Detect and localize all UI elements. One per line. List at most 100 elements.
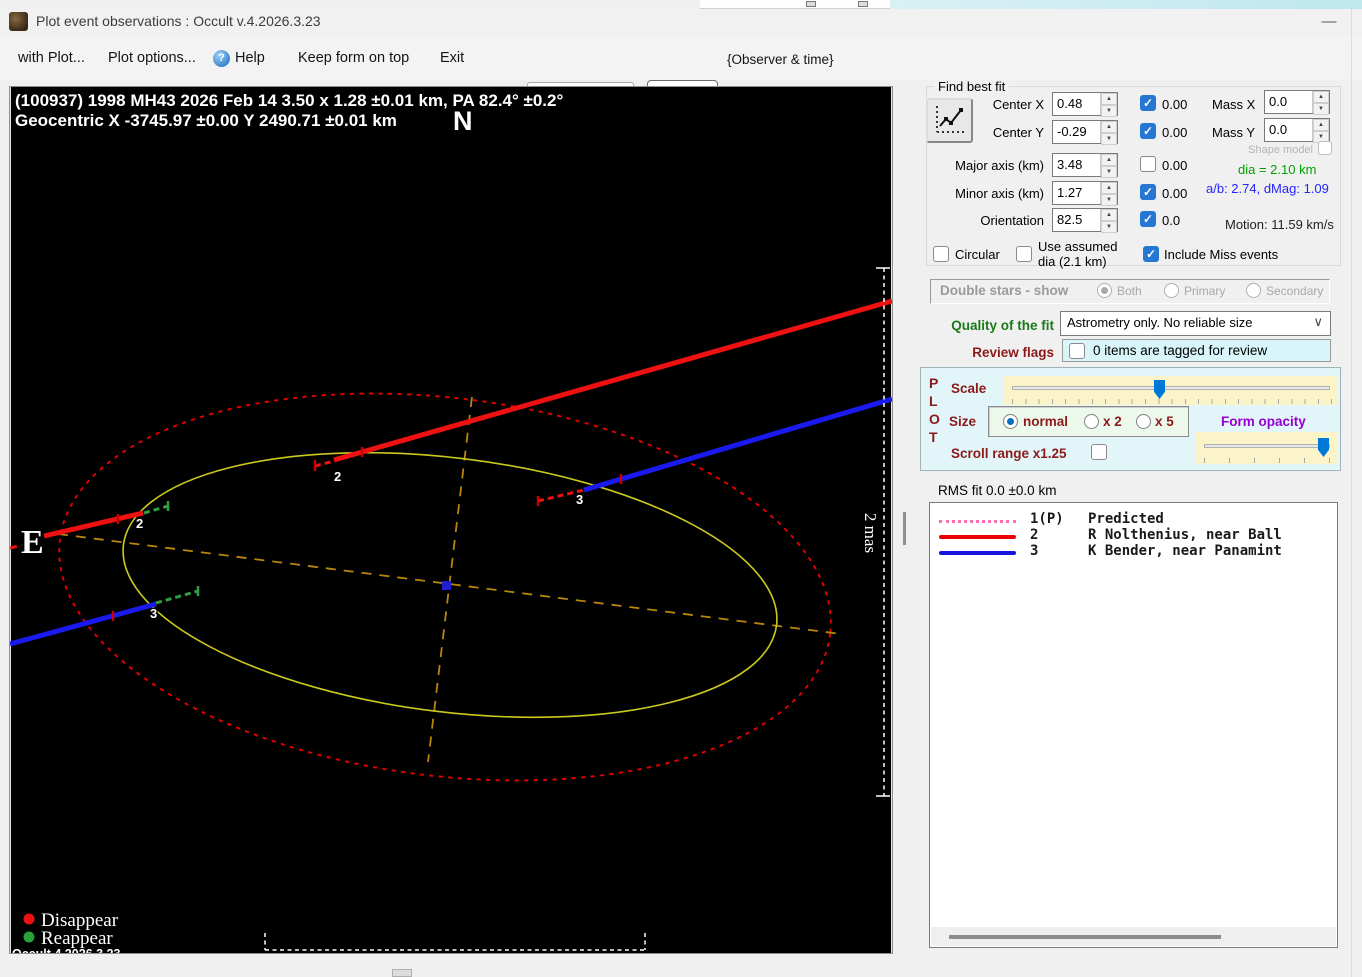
menu-with-plot[interactable]: with Plot... <box>18 50 85 66</box>
list-item[interactable]: 3 K Bender, near Panamint <box>930 543 1337 559</box>
center-y-uncertainty: 0.00 <box>1162 125 1188 140</box>
menu-exit[interactable]: Exit <box>440 50 464 66</box>
shape-model-checkbox[interactable]: ✓ <box>1318 141 1332 155</box>
chord2-right-segment[interactable] <box>333 298 893 463</box>
spin-down-icon[interactable]: ▼ <box>1313 103 1329 115</box>
chord2-label-left: 2 <box>136 516 143 531</box>
center-x-value[interactable]: 0.48 <box>1057 96 1082 111</box>
circular-label: Circular <box>955 247 1000 262</box>
form-opacity-thumb[interactable] <box>1318 438 1329 457</box>
spin-down-icon[interactable]: ▼ <box>1101 194 1117 206</box>
major-axis-value[interactable]: 3.48 <box>1057 157 1082 172</box>
scale-slider[interactable] <box>1004 376 1338 405</box>
orientation-spinner[interactable]: 82.5 ▲ ▼ <box>1052 208 1118 233</box>
menu-help[interactable]: Help <box>235 50 265 66</box>
plot-header-line2: Geocentric X -3745.97 ±0.00 Y 2490.71 ±0… <box>15 111 397 130</box>
spin-down-icon[interactable]: ▼ <box>1101 105 1117 117</box>
observation-number: 2 <box>1030 527 1039 543</box>
size-normal-radio[interactable] <box>1003 414 1018 429</box>
mass-x-spinner[interactable]: 0.0 ▲ ▼ <box>1264 90 1330 115</box>
spin-up-icon[interactable]: ▲ <box>1101 182 1117 194</box>
size-x2-label: x 2 <box>1103 414 1122 429</box>
minor-axis-value[interactable]: 1.27 <box>1057 185 1082 200</box>
occultation-plot: 2 2 3 3 (100937) 1998 MH43 2026 Feb 14 3… <box>9 91 893 970</box>
double-stars-title: Double stars - show <box>940 283 1069 298</box>
major-axis-lock-checkbox[interactable]: ✓ <box>1140 156 1156 172</box>
mass-y-spinner[interactable]: 0.0 ▲ ▼ <box>1264 118 1330 143</box>
menu-plot-options[interactable]: Plot options... <box>108 50 196 66</box>
spin-up-icon[interactable]: ▲ <box>1101 93 1117 105</box>
quality-dropdown[interactable]: Astrometry only. No reliable size ∨ <box>1060 311 1331 336</box>
minimize-button[interactable]: — <box>1312 9 1346 35</box>
chord3-left-segment[interactable] <box>9 601 157 647</box>
horizontal-scrollbar[interactable] <box>931 927 1336 946</box>
size-x2-radio[interactable] <box>1084 414 1099 429</box>
spin-down-icon[interactable]: ▼ <box>1101 221 1117 233</box>
predicted-line-sample <box>930 511 1030 527</box>
double-stars-secondary-radio[interactable] <box>1246 283 1261 298</box>
include-miss-events-checkbox[interactable]: ✓ <box>1143 246 1159 262</box>
orientation-lock-checkbox[interactable]: ✓ <box>1140 211 1156 227</box>
disappear-dot-icon <box>23 913 35 925</box>
scale-slider-track[interactable] <box>1012 386 1330 390</box>
minor-axis-spinner[interactable]: 1.27 ▲ ▼ <box>1052 181 1118 206</box>
check-icon: ✓ <box>1142 212 1154 226</box>
observations-list[interactable]: 1(P) Predicted 2 R Nolthenius, near Ball… <box>929 502 1338 948</box>
center-x-lock-checkbox[interactable]: ✓ <box>1140 95 1156 111</box>
form-opacity-track[interactable] <box>1204 444 1330 448</box>
chord3-right-segment[interactable] <box>583 396 893 493</box>
reappear-dot-icon <box>23 931 35 943</box>
chord2-label-right: 2 <box>334 469 341 484</box>
list-item[interactable]: 2 R Nolthenius, near Ball <box>930 527 1337 543</box>
axis-ratio-value: a/b: 2.74, dMag: 1.09 <box>1206 181 1329 196</box>
orientation-value[interactable]: 82.5 <box>1057 212 1082 227</box>
spin-down-icon[interactable]: ▼ <box>1101 166 1117 178</box>
spin-up-icon[interactable]: ▲ <box>1313 119 1329 131</box>
chord2-left-segment[interactable] <box>43 510 144 539</box>
minor-axis-line <box>427 396 473 763</box>
scrollbar-thumb[interactable] <box>949 935 1221 939</box>
quality-value: Astrometry only. No reliable size <box>1067 315 1253 330</box>
use-assumed-dia-checkbox[interactable]: ✓ <box>1016 246 1032 262</box>
splitter-handle[interactable] <box>903 512 906 545</box>
scale-slider-thumb[interactable] <box>1154 380 1165 399</box>
form-opacity-slider[interactable] <box>1196 432 1338 464</box>
observation-number: 1(P) <box>1030 511 1064 527</box>
spin-up-icon[interactable]: ▲ <box>1101 209 1117 221</box>
minor-axis-lock-checkbox[interactable]: ✓ <box>1140 184 1156 200</box>
list-item[interactable]: 1(P) Predicted <box>930 511 1337 527</box>
size-x5-radio[interactable] <box>1136 414 1151 429</box>
app-icon <box>9 12 28 31</box>
observation-name: R Nolthenius, near Ball <box>1088 527 1282 543</box>
center-y-spinner[interactable]: -0.29 ▲ ▼ <box>1052 120 1118 145</box>
double-stars-both-radio[interactable] <box>1097 283 1112 298</box>
plot-canvas[interactable]: 2 2 3 3 (100937) 1998 MH43 2026 Feb 14 3… <box>9 86 893 970</box>
center-y-value[interactable]: -0.29 <box>1057 124 1087 139</box>
menu-keep-form-on-top[interactable]: Keep form on top <box>298 50 409 66</box>
spin-down-icon[interactable]: ▼ <box>1101 133 1117 145</box>
scale-label: Scale <box>951 381 987 396</box>
shape-model-label: Shape model <box>1248 144 1313 156</box>
spin-up-icon[interactable]: ▲ <box>1313 91 1329 103</box>
spin-up-icon[interactable]: ▲ <box>1101 154 1117 166</box>
plot-letter-l: L <box>929 393 938 409</box>
major-axis-spinner[interactable]: 3.48 ▲ ▼ <box>1052 153 1118 178</box>
help-icon[interactable]: ? <box>213 50 230 67</box>
check-icon: ✓ <box>1142 96 1154 110</box>
double-stars-primary-radio[interactable] <box>1164 283 1179 298</box>
scroll-range-checkbox[interactable]: ✓ <box>1091 444 1107 460</box>
center-x-spinner[interactable]: 0.48 ▲ ▼ <box>1052 92 1118 117</box>
orientation-uncertainty: 0.0 <box>1162 213 1181 228</box>
center-y-lock-checkbox[interactable]: ✓ <box>1140 123 1156 139</box>
mass-x-value[interactable]: 0.0 <box>1269 94 1287 109</box>
center-marker[interactable] <box>442 581 451 590</box>
motion-value: Motion: 11.59 km/s <box>1225 217 1334 232</box>
menu-bar: with Plot... Plot options... ? Help Keep… <box>0 36 1362 107</box>
review-flags-checkbox[interactable]: ✓ <box>1069 343 1085 359</box>
mass-y-value[interactable]: 0.0 <box>1269 122 1287 137</box>
form-opacity-label: Form opacity <box>1221 414 1306 429</box>
scale-slider-ticks <box>1012 399 1332 404</box>
circular-checkbox[interactable]: ✓ <box>933 246 949 262</box>
spin-up-icon[interactable]: ▲ <box>1101 121 1117 133</box>
title-bar[interactable]: Plot event observations : Occult v.4.202… <box>0 9 1362 36</box>
